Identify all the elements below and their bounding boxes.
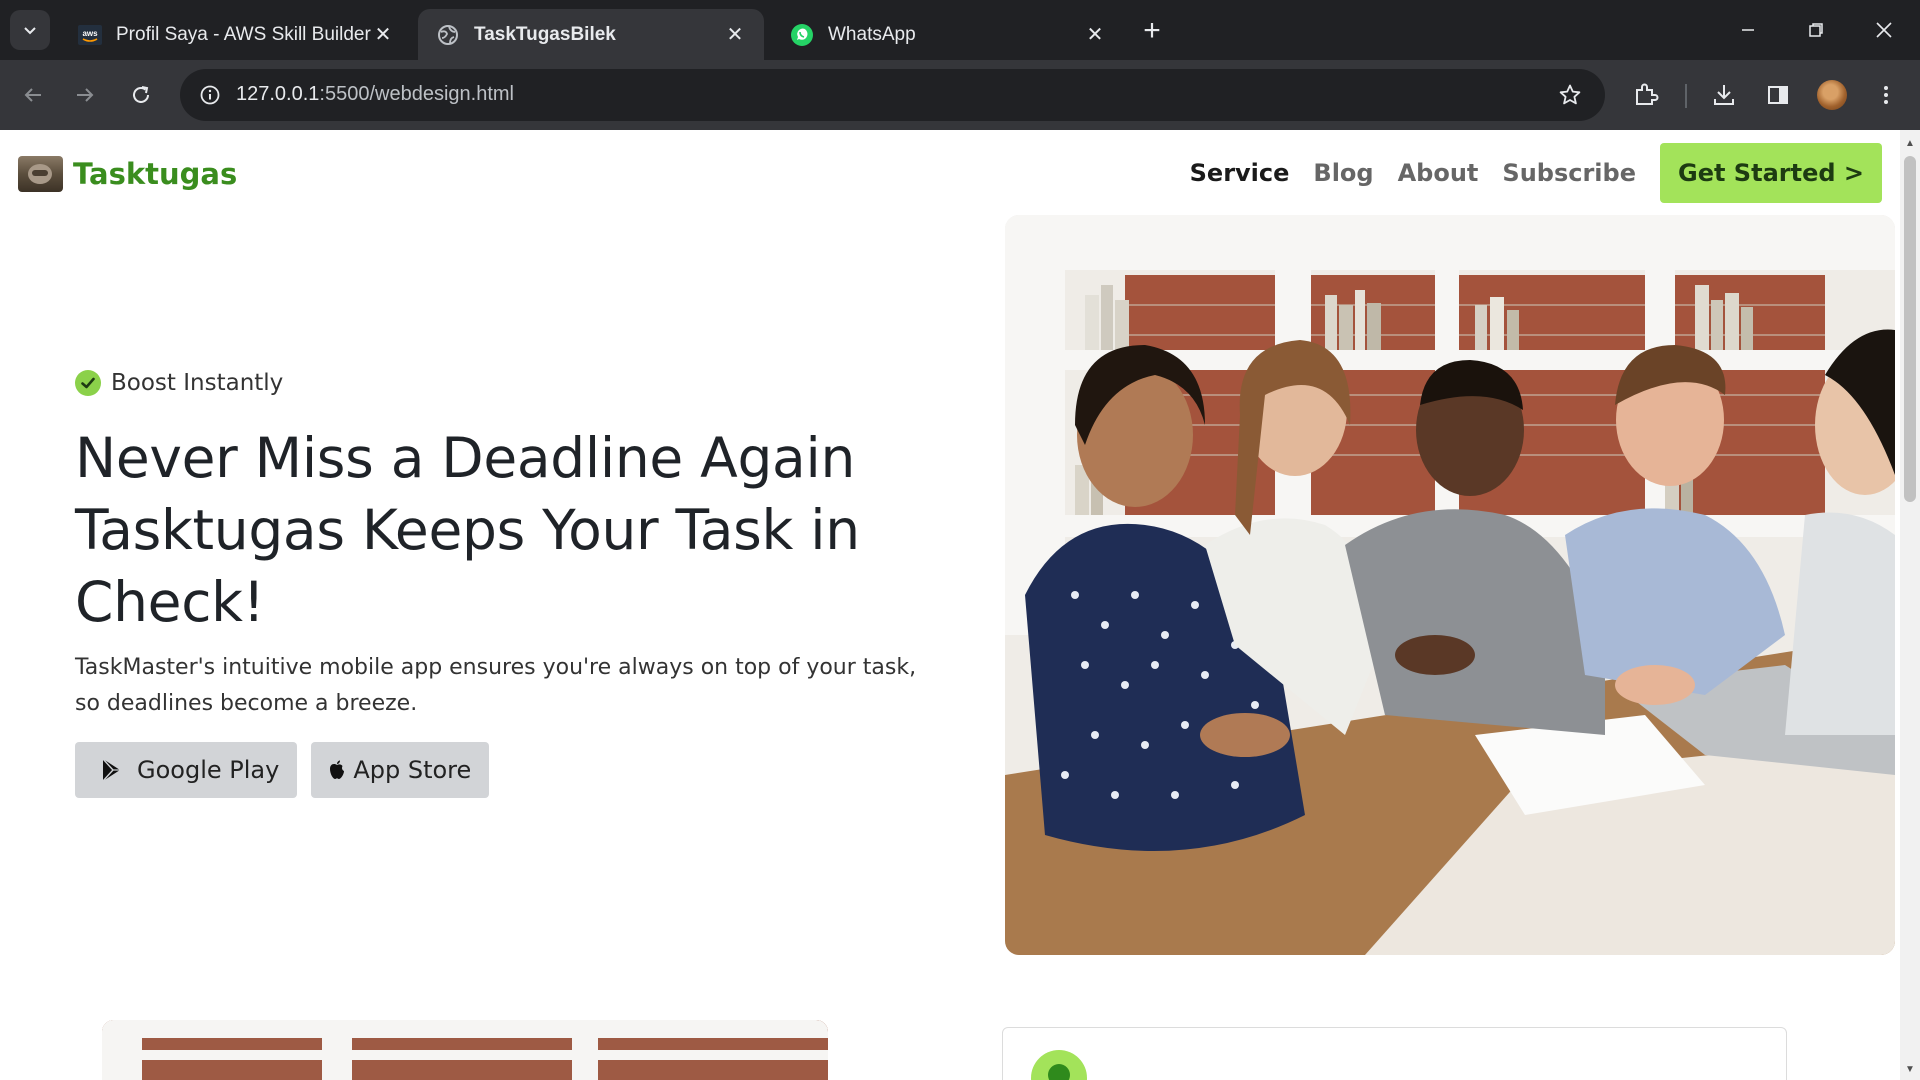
feature-icon (1031, 1050, 1087, 1080)
hero-description: TaskMaster's intuitive mobile app ensure… (75, 655, 917, 716)
hero-headline: Never Miss a Deadline Again Tasktugas Ke… (75, 426, 860, 634)
tab-bar: aws Profil Saya - AWS Skill Builder ✕ Ta… (0, 0, 1920, 60)
brand-name: Tasktugas (73, 157, 238, 191)
toolbar-divider (1685, 84, 1687, 108)
close-tab-icon[interactable]: ✕ (724, 24, 746, 46)
address-bar[interactable]: 127.0.0.1:5500/webdesign.html (180, 69, 1605, 121)
chevron-down-icon (24, 27, 36, 35)
play-store-icon (97, 756, 125, 784)
feature-card (1002, 1027, 1787, 1080)
feature-image (102, 1020, 828, 1080)
reload-button[interactable] (120, 74, 162, 116)
boost-label: Boost Instantly (111, 370, 284, 396)
url-text: 127.0.0.1:5500/webdesign.html (236, 83, 514, 106)
site-info-icon[interactable] (194, 79, 226, 111)
apple-icon (327, 758, 347, 782)
nav-subscribe[interactable]: Subscribe (1502, 159, 1636, 187)
tab-whatsapp[interactable]: WhatsApp ✕ (772, 9, 1124, 60)
back-button[interactable] (12, 74, 54, 116)
more-menu-icon[interactable] (1868, 77, 1904, 113)
boost-badge: Boost Instantly (75, 370, 935, 396)
nav-about[interactable]: About (1398, 159, 1479, 187)
whatsapp-icon (790, 23, 814, 47)
forward-button[interactable] (64, 74, 106, 116)
scroll-up-arrow-icon[interactable]: ▲ (1900, 138, 1920, 150)
arrow-left-icon (24, 88, 41, 102)
google-play-label: Google Play (137, 756, 280, 784)
arrow-right-icon (77, 88, 94, 102)
hero-section: Boost Instantly Never Miss a Deadline Ag… (75, 370, 935, 798)
url-path: :5500/webdesign.html (319, 83, 514, 105)
scroll-down-arrow-icon[interactable]: ▼ (1900, 1064, 1920, 1076)
restore-button[interactable] (1786, 8, 1846, 52)
minimize-button[interactable] (1718, 8, 1778, 52)
url-host: 127.0.0.1 (236, 83, 320, 105)
tab-search-button[interactable] (10, 10, 50, 50)
tab-title: Profil Saya - AWS Skill Builder (116, 23, 371, 45)
close-window-button[interactable] (1854, 8, 1914, 52)
new-tab-button[interactable]: + (1135, 14, 1169, 48)
tab-title: TaskTugasBilek (474, 23, 616, 45)
site-brand[interactable]: Tasktugas (18, 156, 237, 192)
close-tab-icon[interactable]: ✕ (1084, 24, 1106, 46)
nav-blog[interactable]: Blog (1313, 159, 1373, 187)
page-scrollbar[interactable]: ▲ ▼ (1900, 130, 1920, 1080)
side-panel-icon[interactable] (1760, 77, 1796, 113)
app-store-button[interactable]: App Store (311, 742, 490, 798)
check-circle-icon (75, 370, 101, 396)
browser-toolbar: 127.0.0.1:5500/webdesign.html (0, 60, 1920, 130)
reload-icon (133, 86, 149, 103)
main-nav: Service Blog About Subscribe Get Started… (1166, 143, 1882, 203)
downloads-icon[interactable] (1706, 77, 1742, 113)
globe-icon (436, 23, 460, 47)
bookmark-star-icon[interactable] (1555, 80, 1585, 110)
close-icon (1876, 22, 1892, 38)
webpage-viewport: Tasktugas Service Blog About Subscribe G… (0, 130, 1900, 1080)
aws-icon: aws (78, 23, 102, 47)
restore-icon (1809, 23, 1823, 37)
minimize-icon (1742, 29, 1754, 31)
scrollbar-thumb[interactable] (1904, 156, 1916, 502)
google-play-button[interactable]: Google Play (75, 742, 298, 798)
app-store-label: App Store (353, 756, 472, 784)
close-tab-icon[interactable]: ✕ (372, 24, 394, 46)
tab-aws-skill-builder[interactable]: aws Profil Saya - AWS Skill Builder ✕ (60, 9, 412, 60)
nav-service[interactable]: Service (1190, 159, 1290, 187)
profile-avatar[interactable] (1817, 80, 1847, 110)
hero-photo (1005, 215, 1895, 955)
store-buttons: Google Play App Store (75, 742, 935, 798)
extensions-icon[interactable] (1628, 77, 1664, 113)
tab-tasktugasbilek[interactable]: TaskTugasBilek ✕ (418, 9, 764, 60)
svg-text:aws: aws (82, 29, 98, 38)
get-started-button[interactable]: Get Started > (1660, 143, 1882, 203)
tab-title: WhatsApp (828, 23, 916, 45)
brand-logo (18, 156, 63, 192)
